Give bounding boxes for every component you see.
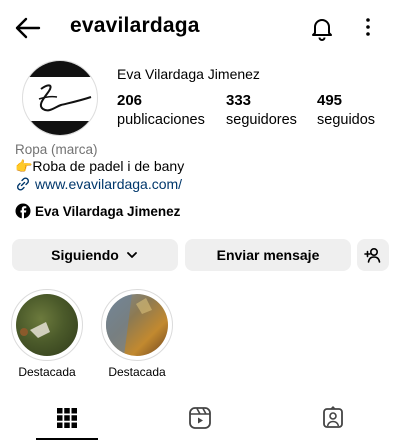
avatar-logo-image [23, 61, 97, 135]
send-message-button[interactable]: Enviar mensaje [185, 239, 351, 271]
tab-posts-grid[interactable] [36, 398, 98, 438]
profile-category: Ropa (marca) [15, 142, 98, 157]
highlight-cover-image [106, 294, 168, 356]
highlight-label: Destacada [18, 365, 76, 379]
stat-followers-count: 333 [226, 92, 252, 109]
highlight-ring [101, 289, 173, 361]
grid-icon [57, 408, 77, 428]
chevron-down-icon [126, 252, 137, 258]
profile-link-text: www.evavilardaga.com/ [35, 176, 183, 192]
highlight-cover-image [16, 294, 78, 356]
highlight-item[interactable]: Destacada [11, 289, 83, 379]
profile-full-name: Eva Vilardaga Jimenez [117, 66, 260, 82]
username-title: evavilardaga [70, 14, 200, 37]
stat-following-label: seguidos [317, 112, 376, 128]
stat-posts-label: publicaciones [117, 112, 205, 128]
tab-tagged[interactable] [302, 398, 364, 438]
active-tab-indicator [36, 438, 98, 440]
bell-icon[interactable] [308, 14, 336, 42]
following-button[interactable]: Siguiendo [12, 239, 178, 271]
highlight-label: Destacada [108, 365, 166, 379]
facebook-name: Eva Vilardaga Jimenez [35, 203, 181, 219]
suggested-users-button[interactable] [357, 239, 389, 271]
profile-bio: 👉Roba de padel i de bany [15, 158, 185, 174]
add-user-icon [364, 247, 381, 263]
facebook-icon [15, 203, 31, 219]
stat-following[interactable]: 495 seguidos [317, 92, 375, 128]
more-vertical-icon[interactable] [360, 14, 376, 42]
tab-reels[interactable] [169, 398, 231, 438]
stat-followers[interactable]: 333 seguidores [226, 92, 297, 128]
stat-posts-count: 206 [117, 92, 143, 109]
send-message-label: Enviar mensaje [216, 247, 320, 263]
reels-icon [189, 407, 211, 429]
stat-posts[interactable]: 206 publicaciones [117, 92, 205, 128]
link-icon [16, 177, 30, 191]
facebook-profile-link[interactable]: Eva Vilardaga Jimenez [15, 203, 180, 219]
stat-followers-label: seguidores [226, 112, 297, 128]
highlight-ring [11, 289, 83, 361]
stat-following-count: 495 [317, 92, 343, 109]
tagged-icon [323, 406, 343, 428]
highlight-item[interactable]: Destacada [101, 289, 173, 379]
following-button-label: Siguiendo [51, 247, 119, 263]
profile-link[interactable]: www.evavilardaga.com/ [15, 176, 182, 192]
top-bar: evavilardaga [0, 0, 400, 56]
avatar[interactable] [22, 60, 98, 136]
arrow-left-icon[interactable] [12, 14, 42, 42]
